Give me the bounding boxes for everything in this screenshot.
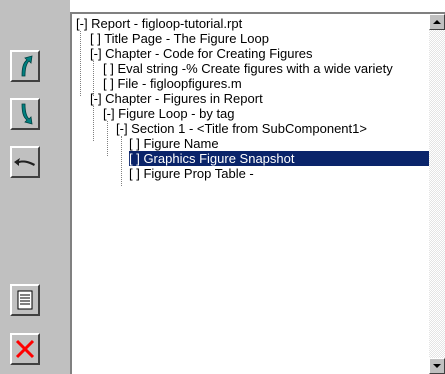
move-down-arrow-icon	[21, 103, 33, 125]
properties-button[interactable]	[10, 284, 40, 316]
move-left-arrow-icon	[14, 158, 35, 166]
tree-node-title-page[interactable]: [ ] Title Page - The Figure Loop	[90, 31, 275, 46]
tree-node-graphics-figure-snapshot[interactable]: [ ] Graphics Figure Snapshot	[129, 151, 429, 166]
toolbar	[0, 0, 70, 374]
tree-node-figure-loop[interactable]: [-] Figure Loop - by tag	[103, 106, 241, 121]
properties-list-icon	[17, 290, 33, 310]
scroll-down-button[interactable]	[429, 358, 445, 374]
tree-node-file[interactable]: [ ] File - figloopfigures.m	[103, 76, 248, 91]
delete-x-icon	[15, 339, 35, 359]
tree-node-figure-name[interactable]: [ ] Figure Name	[129, 136, 225, 151]
tree-connector	[93, 106, 94, 141]
scroll-up-arrow-icon	[433, 20, 441, 24]
scroll-down-arrow-icon	[433, 364, 441, 368]
tree-node-report[interactable]: [-] Report - figloop-tutorial.rpt	[76, 16, 248, 31]
tree-node-figure-prop-table[interactable]: [ ] Figure Prop Table -	[129, 166, 260, 181]
vertical-scrollbar[interactable]	[429, 14, 445, 374]
tree-node-eval-string[interactable]: [ ] Eval string -% Create figures with a…	[103, 61, 399, 76]
tree-node-section-1[interactable]: [-] Section 1 - <Title from SubComponent…	[116, 121, 373, 136]
move-up-arrow-icon	[21, 55, 33, 77]
tree-connector	[107, 121, 108, 156]
tree-node-chapter-figures[interactable]: [-] Chapter - Figures in Report	[90, 91, 269, 106]
outline-tree: [-] Report - figloop-tutorial.rpt [ ] Ti…	[72, 14, 429, 374]
scroll-up-button[interactable]	[429, 14, 445, 30]
tree-connector	[121, 136, 122, 186]
delete-button[interactable]	[10, 333, 40, 365]
move-up-button[interactable]	[10, 50, 40, 82]
move-left-button[interactable]	[10, 146, 40, 178]
tree-connector	[80, 31, 81, 96]
outline-tree-panel: [-] Report - figloop-tutorial.rpt [ ] Ti…	[70, 12, 445, 374]
tree-node-chapter-code[interactable]: [-] Chapter - Code for Creating Figures	[90, 46, 319, 61]
move-down-button[interactable]	[10, 98, 40, 130]
